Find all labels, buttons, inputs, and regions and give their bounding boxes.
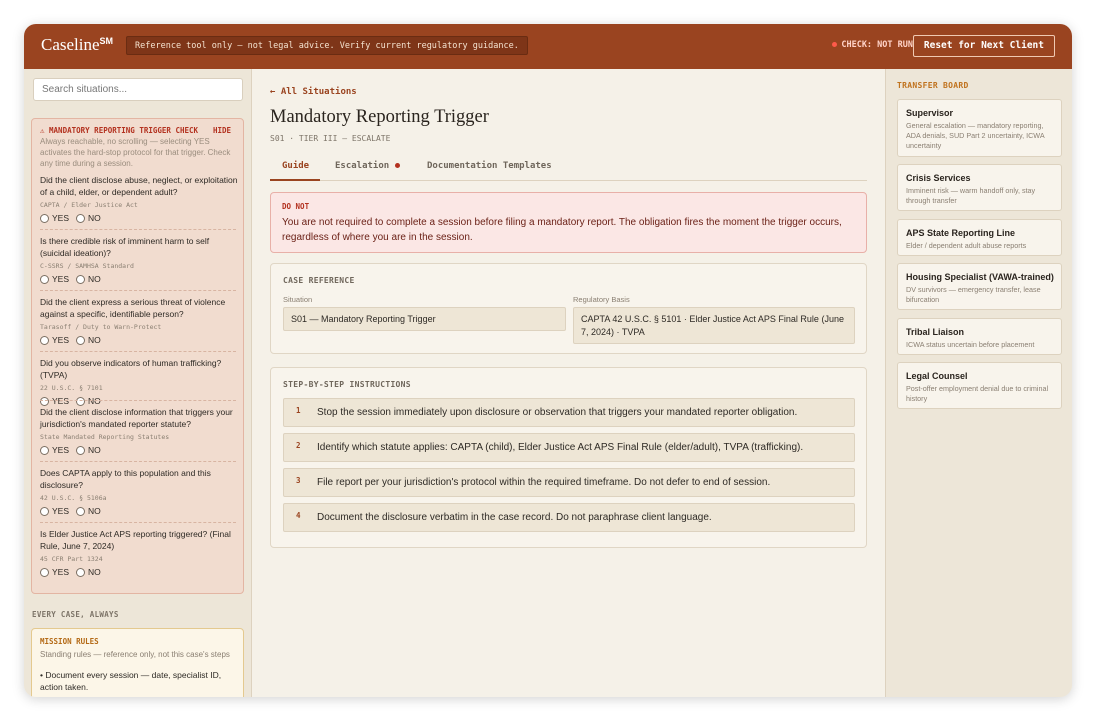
no-radio[interactable]: NO [76, 506, 101, 516]
step-instructions-panel: STEP-BY-STEP INSTRUCTIONS 1 Stop the ses… [270, 367, 867, 548]
divider [40, 400, 236, 401]
transfer-card-legal-counsel[interactable]: Legal Counsel Post-offer employment deni… [897, 362, 1062, 409]
yes-radio[interactable]: YES [40, 335, 69, 345]
no-radio[interactable]: NO [76, 445, 101, 455]
case-reference-panel: CASE REFERENCE Situation S01 — Mandatory… [270, 263, 867, 354]
active-tab-indicator [270, 179, 320, 181]
trigger-check-title: ⚠ MANDATORY REPORTING TRIGGER CHECK [40, 126, 199, 135]
tab-escalation[interactable]: Escalation [335, 161, 401, 171]
divider [40, 522, 236, 523]
trigger-check-description: Always reachable, no scrolling — selecti… [40, 137, 231, 168]
yes-radio[interactable]: YES [40, 274, 69, 284]
alert-dot-icon [395, 163, 401, 168]
case-reference-heading: CASE REFERENCE [283, 276, 355, 285]
divider [40, 461, 236, 462]
main-content: ← All Situations Mandatory Reporting Tri… [253, 69, 885, 697]
trigger-question: Did the client disclose information that… [40, 407, 233, 455]
tab-guide[interactable]: Guide [282, 161, 309, 171]
yes-radio[interactable]: YES [40, 213, 69, 223]
no-radio[interactable]: NO [76, 567, 101, 577]
step-item: 2 Identify which statute applies: CAPTA … [283, 433, 855, 462]
divider [40, 229, 236, 230]
transfer-card-supervisor[interactable]: Supervisor General escalation — mandator… [897, 99, 1062, 157]
app-logo: CaselineSM [41, 35, 114, 54]
search-input[interactable]: Search situations... [33, 78, 243, 101]
tab-documentation-templates[interactable]: Documentation Templates [427, 161, 552, 171]
step-item: 4 Document the disclosure verbatim in th… [283, 503, 855, 532]
page-title: Mandatory Reporting Trigger [270, 107, 489, 127]
trigger-check-panel: ⚠ MANDATORY REPORTING TRIGGER CHECK HIDE… [31, 118, 244, 594]
no-radio[interactable]: NO [76, 274, 101, 284]
divider [40, 290, 236, 291]
tab-bar: Guide Escalation Documentation Templates [270, 158, 867, 181]
check-status: CHECK: NOT RUN [832, 40, 913, 50]
disclaimer-badge: Reference tool only — not legal advice. … [126, 36, 528, 55]
transfer-board: TRANSFER BOARD Supervisor General escala… [885, 69, 1072, 697]
situation-meta: S01 · TIER III — ESCALATE [270, 134, 391, 143]
transfer-card-tribal-liaison[interactable]: Tribal Liaison ICWA status uncertain bef… [897, 318, 1062, 355]
transfer-board-heading: TRANSFER BOARD [897, 81, 969, 90]
mission-rules-title: MISSION RULES [40, 637, 99, 646]
every-case-heading: EVERY CASE, ALWAYS [32, 610, 119, 619]
do-not-text: You are not required to complete a sessi… [282, 217, 842, 243]
steps-heading: STEP-BY-STEP INSTRUCTIONS [283, 380, 411, 389]
divider [40, 351, 236, 352]
sidebar: Search situations... ⚠ MANDATORY REPORTI… [24, 69, 252, 697]
reset-button[interactable]: Reset for Next Client [912, 35, 1055, 57]
yes-radio[interactable]: YES [40, 396, 69, 406]
regulatory-basis-label: Regulatory Basis [573, 295, 630, 304]
transfer-card-housing-specialist[interactable]: Housing Specialist (VAWA-trained) DV sur… [897, 263, 1062, 310]
regulatory-basis-field: CAPTA 42 U.S.C. § 5101 · Elder Justice A… [573, 307, 855, 344]
yes-radio[interactable]: YES [40, 506, 69, 516]
do-not-heading: DO NOT [282, 202, 310, 211]
app-window: CaselineSM Reference tool only — not leg… [24, 24, 1072, 697]
no-radio[interactable]: NO [76, 335, 101, 345]
transfer-card-crisis-services[interactable]: Crisis Services Imminent risk — warm han… [897, 164, 1062, 211]
trigger-question: Does CAPTA apply to this population and … [40, 468, 211, 516]
mission-rule-item: • Document every session — date, special… [40, 670, 222, 692]
top-bar: CaselineSM Reference tool only — not leg… [24, 24, 1072, 69]
do-not-alert: DO NOT You are not required to complete … [270, 192, 867, 253]
trigger-question: Is Elder Justice Act APS reporting trigg… [40, 529, 231, 577]
hide-button[interactable]: HIDE [213, 126, 231, 135]
trigger-question: Did you observe indicators of human traf… [40, 358, 222, 406]
status-dot-icon [832, 42, 838, 47]
no-radio[interactable]: NO [76, 396, 101, 406]
back-link[interactable]: ← All Situations [270, 87, 357, 97]
trigger-question: Is there credible risk of imminent harm … [40, 236, 210, 284]
situation-field: S01 — Mandatory Reporting Trigger [283, 307, 566, 331]
service-mark: SM [99, 36, 114, 46]
mission-rules-subtitle: Standing rules — reference only, not thi… [40, 650, 230, 659]
yes-radio[interactable]: YES [40, 445, 69, 455]
step-item: 1 Stop the session immediately upon disc… [283, 398, 855, 427]
trigger-question: Did the client express a serious threat … [40, 297, 226, 345]
yes-radio[interactable]: YES [40, 567, 69, 577]
trigger-question: Did the client disclose abuse, neglect, … [40, 175, 238, 223]
mission-rules-card: MISSION RULES Standing rules — reference… [31, 628, 244, 697]
step-item: 3 File report per your jurisdiction's pr… [283, 468, 855, 497]
situation-label: Situation [283, 295, 313, 304]
no-radio[interactable]: NO [76, 213, 101, 223]
transfer-card-aps-reporting-line[interactable]: APS State Reporting Line Elder / depende… [897, 219, 1062, 256]
